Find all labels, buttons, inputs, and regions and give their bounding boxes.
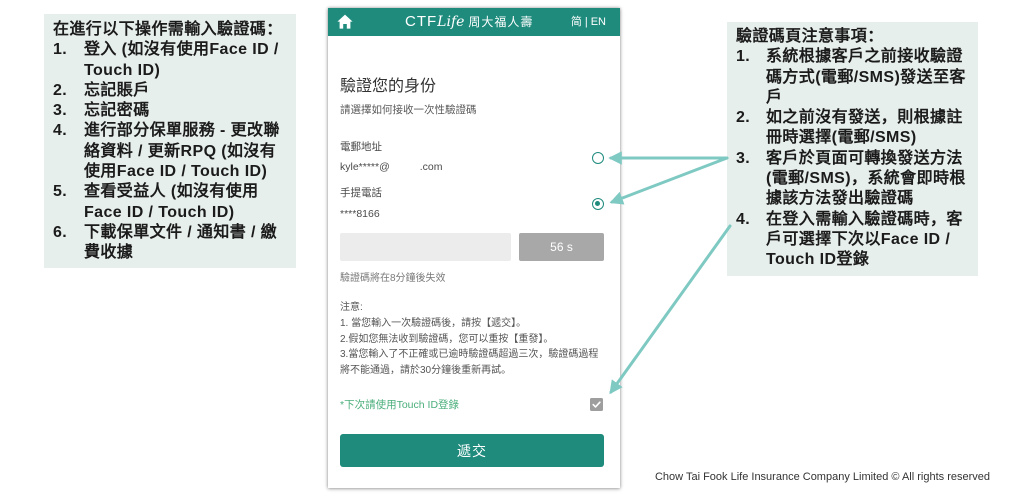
lang-simplified-chinese[interactable]: 简: [571, 8, 582, 36]
language-switcher: 简 | EN: [571, 8, 606, 36]
email-suffix: .com: [419, 161, 443, 173]
note-item-number: 3.: [736, 149, 751, 167]
note-item-number: 6.: [53, 223, 68, 241]
note-item: 1. 系統根據客戶之前接收驗證碼方式(電郵/SMS)發送至客戶: [736, 47, 974, 108]
note-item: 3. 忘記密碼: [53, 101, 290, 121]
note-item-text: 如之前沒有發送，則根據註冊時選擇(電郵/SMS): [766, 109, 963, 147]
note-item-text: 查看受益人 (如沒有使用Face ID / Touch ID): [84, 183, 259, 221]
note-item-text: 系統根據客戶之前接收驗證碼方式(電郵/SMS)發送至客戶: [766, 48, 966, 106]
email-redaction-box: [389, 161, 420, 174]
page-subtitle: 請選擇如何接收一次性驗證碼: [340, 104, 477, 116]
notes-item: 1. 當您輸入一次驗證碼後，請按【遞交】。: [340, 318, 527, 329]
arrow-to-mobile-radio: [609, 156, 729, 205]
touch-id-next-time-label: *下次請使用Touch ID登錄: [340, 399, 460, 411]
email-option-label: 電郵地址: [340, 141, 382, 153]
submit-button[interactable]: 遞交: [340, 434, 604, 467]
note-item-number: 2.: [53, 81, 68, 99]
note-item-text: 忘記賬戶: [84, 81, 150, 99]
arrow-to-touch-id-checkbox: [609, 224, 732, 395]
note-item-text: 忘記密碼: [84, 102, 150, 120]
otp-page-notes: 驗證碼頁注意事項： 1. 系統根據客戶之前接收驗證碼方式(電郵/SMS)發送至客…: [727, 22, 978, 276]
note-item: 3. 客戶於頁面可轉換發送方法(電郵/SMS)，系統會即時根據該方法發出驗證碼: [736, 149, 974, 210]
lang-divider: |: [584, 16, 588, 28]
notes-item: 3.當您輸入了不正確或已逾時驗證碼超過三次，驗證碼過程將不能通過，請於30分鐘後…: [340, 349, 599, 377]
touch-id-checkbox[interactable]: [590, 398, 603, 411]
note-item-number: 1.: [736, 48, 751, 66]
note-item: 2. 忘記賬戶: [53, 81, 290, 101]
copyright-footer: Chow Tai Fook Life Insurance Company Lim…: [654, 471, 990, 483]
radio-dot: [595, 201, 601, 207]
note-item: 4. 進行部分保單服務 - 更改聯絡資料 / 更新RPQ (如沒有使用Face …: [53, 121, 290, 182]
note-item: 4. 在登入需輸入驗證碼時，客戶可選擇下次以Face ID / Touch ID…: [736, 210, 974, 271]
note-heading: 在進行以下操作需輸入驗證碼：: [53, 21, 283, 38]
brand-logo-life: Life: [437, 14, 465, 30]
page-title: 驗證您的身份: [340, 78, 437, 95]
brand-logo-ctf: CTF: [405, 13, 438, 30]
notes-heading: 注意:: [340, 302, 363, 313]
note-item: 6. 下載保單文件 / 通知書 / 繳費收據: [53, 223, 290, 264]
brand-logo-chinese: 周大福人壽: [468, 15, 534, 29]
mobile-option-radio[interactable]: [592, 198, 604, 210]
otp-expiry-note: 驗證碼將在8分鐘後失效: [340, 273, 446, 284]
notes-item: 2.假如您無法收到驗證碼，您可以重按【重發】。: [340, 333, 554, 345]
note-item-number: 2.: [736, 109, 751, 127]
notes-list: 1. 當您輸入一次驗證碼後，請按【遞交】。 2.假如您無法收到驗證碼，您可以重按…: [340, 316, 602, 379]
resend-timer-button[interactable]: 56 s: [519, 233, 604, 261]
app-header: CTFLife 周大福人壽 简 | EN: [328, 8, 620, 36]
lang-english[interactable]: EN: [591, 8, 606, 36]
otp-verification-screen: CTFLife 周大福人壽 简 | EN 驗證您的身份 請選擇如何接收一次性驗證碼 電…: [328, 8, 620, 488]
email-option-radio[interactable]: [592, 152, 604, 164]
note-item: 2. 如之前沒有發送，則根據註冊時選擇(電郵/SMS): [736, 108, 974, 149]
note-item-text: 進行部分保單服務 - 更改聯絡資料 / 更新RPQ (如沒有使用Face ID …: [84, 122, 280, 181]
home-icon-graphic: [337, 14, 353, 29]
home-icon[interactable]: [337, 14, 353, 29]
note-item-number: 4.: [736, 210, 751, 228]
mobile-option-label: 手提電話: [340, 187, 382, 199]
note-item-number: 5.: [53, 183, 68, 201]
otp-required-actions-note: 在進行以下操作需輸入驗證碼： 1. 登入 (如沒有使用Face ID / Tou…: [44, 14, 296, 268]
note-item-text: 在登入需輸入驗證碼時，客戶可選擇下次以Face ID / Touch ID登錄: [766, 210, 963, 269]
email-prefix: kyle*****@: [340, 161, 390, 173]
brand-logo: CTFLife 周大福人壽: [405, 8, 533, 36]
note-item-text: 客戶於頁面可轉換發送方法(電郵/SMS)，系統會即時根據該方法發出驗證碼: [766, 149, 966, 208]
note-item: 1. 登入 (如沒有使用Face ID / Touch ID): [53, 40, 290, 81]
note-item: 5. 查看受益人 (如沒有使用Face ID / Touch ID): [53, 182, 290, 223]
mobile-option-value: ****8166: [340, 208, 380, 220]
note-item-number: 3.: [53, 102, 68, 120]
note-item-text: 下載保單文件 / 通知書 / 繳費收據: [84, 223, 278, 262]
note-item-text: 登入 (如沒有使用Face ID / Touch ID): [84, 41, 279, 79]
note-heading: 驗證碼頁注意事項：: [736, 28, 884, 45]
check-icon: [592, 401, 601, 408]
note-item-number: 4.: [53, 122, 68, 140]
email-option-value: kyle*****@ .com: [340, 160, 443, 174]
otp-input[interactable]: [340, 233, 511, 261]
note-item-number: 1.: [53, 41, 68, 59]
